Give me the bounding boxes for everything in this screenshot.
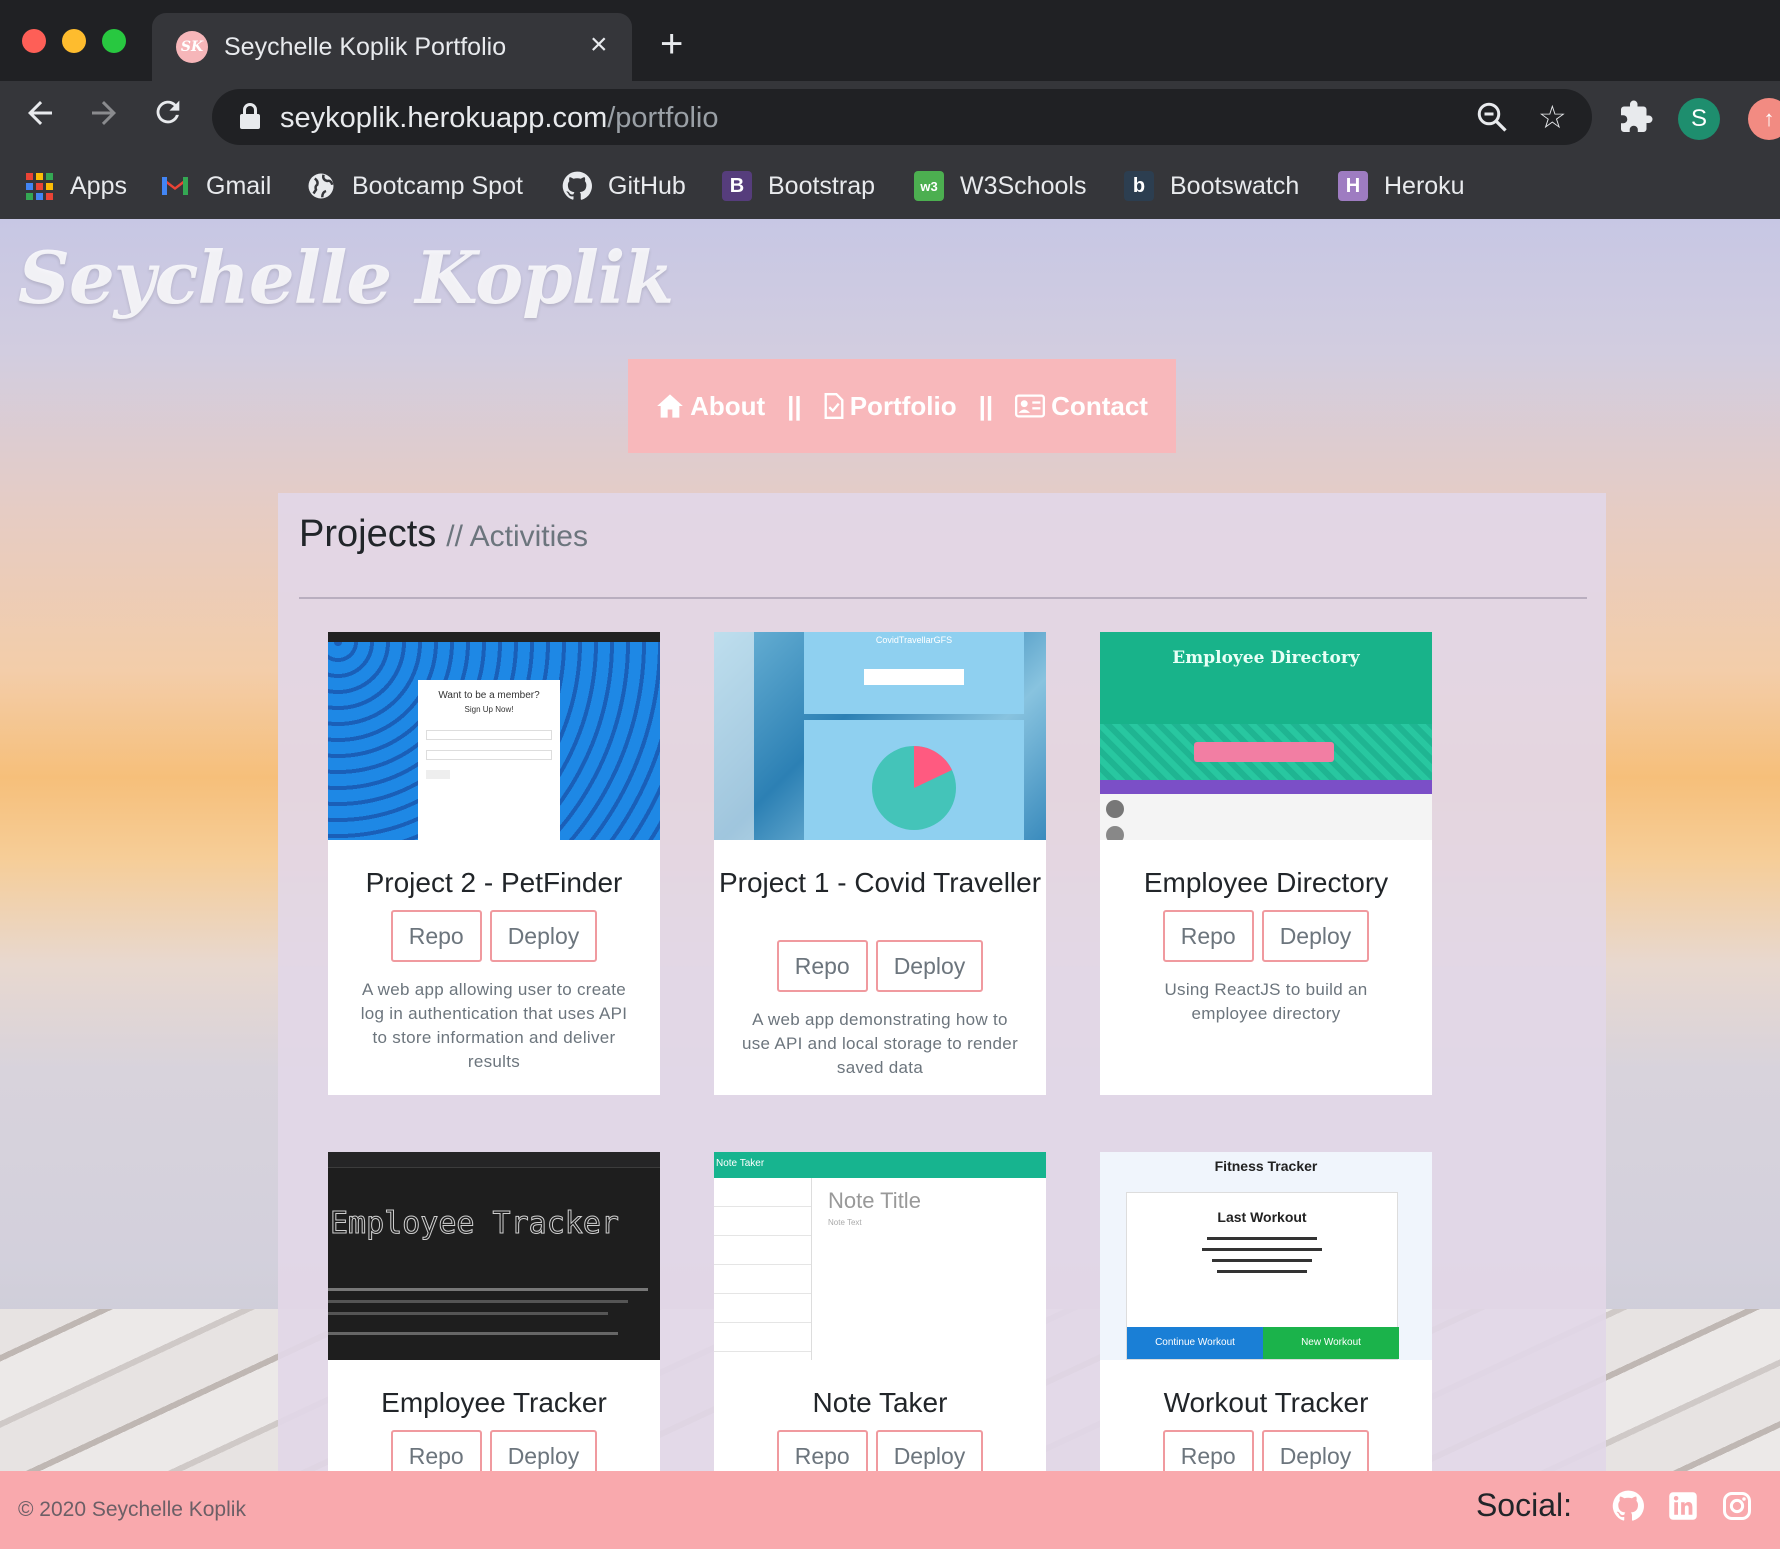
project-actions: Repo Deploy — [328, 910, 660, 962]
nav-contact-link[interactable]: Contact — [1015, 391, 1148, 422]
nav-portfolio-link[interactable]: Portfolio — [824, 391, 957, 422]
id-card-icon — [1015, 394, 1046, 418]
page-title: Projects — [299, 513, 437, 555]
github-icon[interactable] — [1612, 1490, 1644, 1522]
project-description: A web app allowing user to create log in… — [360, 980, 628, 1071]
address-bar[interactable]: seykoplik.herokuapp.com/portfolio ☆ — [212, 89, 1592, 145]
project-title: Project 1 - Covid Traveller — [718, 867, 1042, 898]
heroku-icon: H — [1338, 171, 1368, 201]
apps-grid-icon — [24, 171, 54, 201]
bookmarks-bar: Apps Gmail Bootcamp Spot GitHub B Bootst… — [0, 154, 1780, 219]
page-viewport: Seychelle Koplik About || Portfolio || C… — [0, 219, 1780, 1549]
project-title: Workout Tracker — [1163, 1387, 1369, 1418]
maximize-window-button[interactable] — [102, 29, 126, 53]
new-tab-button[interactable]: + — [660, 24, 683, 64]
project-card: Employee Directory Employee Directory Re… — [1100, 632, 1432, 1095]
bookmark-bootstrap[interactable]: B Bootstrap — [722, 166, 875, 206]
minimize-window-button[interactable] — [62, 29, 86, 53]
close-window-button[interactable] — [22, 29, 46, 53]
nav-separator: || — [978, 390, 994, 421]
project-card: CovidTravellarGFS Project 1 - Covid Trav… — [714, 632, 1046, 1095]
site-favicon-icon: SK — [176, 31, 208, 63]
bootstrap-icon: B — [722, 171, 752, 201]
nav-separator: || — [787, 390, 802, 421]
social-label: Social: — [1475, 1487, 1572, 1523]
tab-title: Seychelle Koplik Portfolio — [224, 33, 507, 61]
project-thumbnail[interactable]: Want to be a member? Sign Up Now! — [328, 632, 660, 840]
bookmark-gmail[interactable]: Gmail — [160, 166, 271, 206]
forward-arrow-icon[interactable] — [82, 95, 126, 139]
nav-about-link[interactable]: About — [656, 391, 765, 422]
project-thumbnail[interactable]: Employee Tracker — [328, 1152, 660, 1360]
back-arrow-icon[interactable] — [18, 95, 62, 139]
linkedin-icon[interactable] — [1668, 1491, 1698, 1521]
close-tab-icon[interactable]: × — [590, 29, 608, 61]
profile-avatar[interactable]: S — [1678, 98, 1720, 140]
site-brand-logo[interactable]: Seychelle Koplik — [18, 235, 674, 320]
project-thumbnail[interactable]: Employee Directory — [1100, 632, 1432, 840]
page-subtitle: // Activities — [446, 520, 588, 553]
nav-portfolio-label: Portfolio — [849, 390, 957, 421]
project-title: Employee Directory — [1143, 867, 1389, 898]
project-description: Using ReactJS to build an employee direc… — [1164, 980, 1368, 1023]
bookmark-label: Apps — [70, 171, 127, 200]
home-icon — [657, 394, 683, 418]
zoom-icon[interactable] — [1474, 99, 1510, 135]
instagram-icon[interactable] — [1722, 1491, 1752, 1521]
copyright-text: © 2020 Seychelle Koplik — [18, 1498, 246, 1521]
project-description: A web app demonstrating how to use API a… — [741, 1010, 1019, 1077]
bookmark-star-icon[interactable]: ☆ — [1538, 95, 1567, 139]
extensions-puzzle-icon[interactable] — [1618, 99, 1654, 135]
repo-button[interactable]: Repo — [1162, 910, 1254, 962]
lock-icon[interactable] — [240, 103, 260, 129]
bookmark-github[interactable]: GitHub — [562, 166, 686, 206]
globe-icon — [306, 171, 336, 201]
bookmark-label: Bootcamp Spot — [352, 171, 523, 200]
deploy-button[interactable]: Deploy — [875, 940, 984, 992]
github-icon — [562, 171, 592, 201]
heading-divider — [299, 597, 1587, 599]
repo-button[interactable]: Repo — [390, 910, 482, 962]
project-actions: Repo Deploy — [714, 940, 1046, 992]
w3schools-icon: w3 — [914, 171, 944, 201]
projects-panel: Projects // Activities Want to be a memb… — [278, 493, 1606, 1549]
project-thumbnail[interactable]: CovidTravellarGFS — [714, 632, 1046, 840]
bookmark-label: Bootstrap — [768, 171, 876, 200]
bookmark-label: W3Schools — [960, 171, 1087, 200]
site-footer: © 2020 Seychelle Koplik Social: — [0, 1471, 1780, 1549]
browser-toolbar: seykoplik.herokuapp.com/portfolio ☆ S ↑ — [0, 81, 1780, 154]
bookmark-label: Gmail — [206, 171, 272, 200]
bookmark-apps[interactable]: Apps — [24, 166, 127, 206]
nav-about-label: About — [690, 390, 766, 421]
project-title: Note Taker — [812, 1387, 948, 1418]
gmail-icon — [160, 171, 190, 201]
nav-contact-label: Contact — [1051, 390, 1148, 421]
bookmark-heroku[interactable]: H Heroku — [1338, 166, 1465, 206]
projects-heading: Projects // Activities — [299, 513, 588, 556]
repo-button[interactable]: Repo — [776, 940, 868, 992]
bookmark-bootcamp-spot[interactable]: Bootcamp Spot — [306, 166, 523, 206]
bookmark-label: Heroku — [1384, 171, 1465, 200]
project-title: Employee Tracker — [381, 1387, 607, 1418]
bookmark-w3schools[interactable]: w3 W3Schools — [914, 166, 1086, 206]
site-nav: About || Portfolio || Contact — [628, 359, 1176, 453]
browser-tab-bar: SK Seychelle Koplik Portfolio × + — [0, 0, 1780, 81]
browser-tab[interactable]: SK Seychelle Koplik Portfolio × — [152, 13, 632, 81]
project-actions: Repo Deploy — [1100, 910, 1432, 962]
bookmark-label: Bootswatch — [1170, 171, 1300, 200]
url-text[interactable]: seykoplik.herokuapp.com/portfolio — [280, 102, 718, 135]
project-title: Project 2 - PetFinder — [365, 867, 623, 898]
deploy-button[interactable]: Deploy — [1261, 910, 1370, 962]
reload-icon[interactable] — [146, 95, 190, 139]
project-card: Want to be a member? Sign Up Now! Projec… — [328, 632, 660, 1095]
project-thumbnail[interactable]: Note Taker Note Title Note Text — [714, 1152, 1046, 1360]
bookmark-bootswatch[interactable]: b Bootswatch — [1124, 166, 1299, 206]
bootswatch-icon: b — [1124, 171, 1154, 201]
bookmark-label: GitHub — [608, 171, 686, 200]
social-links: Social: — [1476, 1487, 1752, 1524]
deploy-button[interactable]: Deploy — [489, 910, 598, 962]
update-arrow-icon[interactable]: ↑ — [1748, 98, 1780, 140]
project-thumbnail[interactable]: Fitness Tracker Last Workout Continue Wo… — [1100, 1152, 1432, 1360]
document-icon — [824, 393, 844, 419]
